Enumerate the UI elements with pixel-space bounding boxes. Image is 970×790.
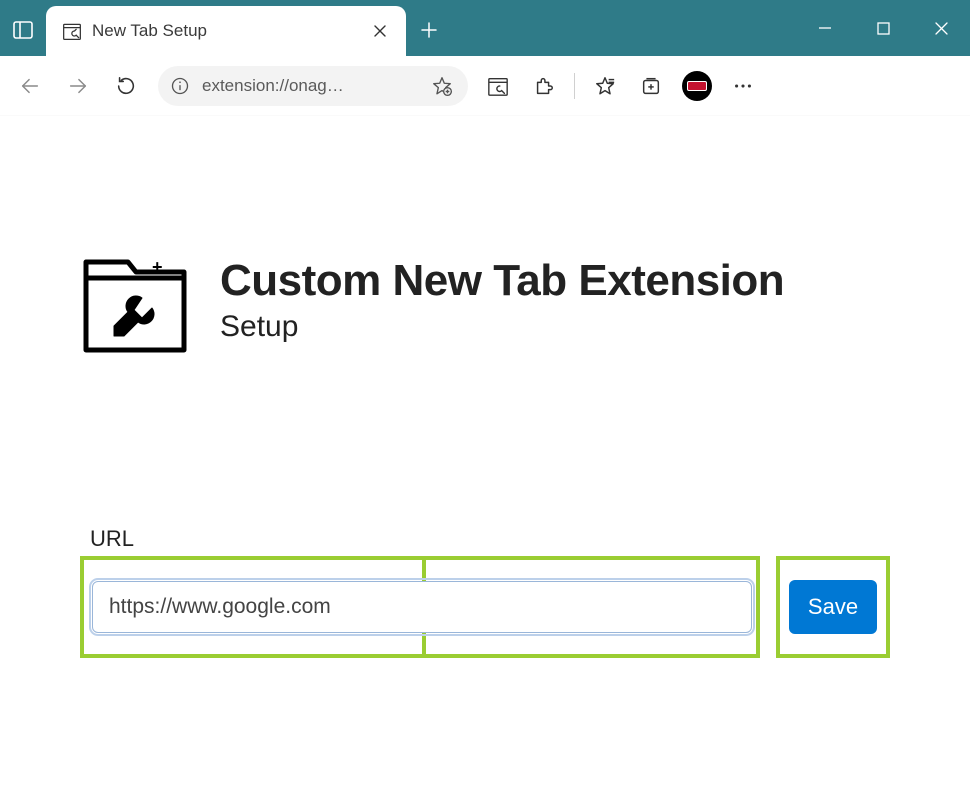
- back-arrow-icon: [19, 75, 41, 97]
- url-form-row: Save: [80, 556, 890, 658]
- url-label: URL: [90, 526, 890, 552]
- extensions-button[interactable]: [522, 64, 566, 108]
- page-subheading: Setup: [220, 310, 784, 344]
- page-content: + Custom New Tab Extension Setup URL Sav…: [0, 116, 970, 658]
- save-button-highlight: Save: [776, 556, 890, 658]
- tabs-panel-button[interactable]: [0, 6, 46, 54]
- tabs-panel-icon: [13, 21, 33, 39]
- url-input-highlight: [80, 556, 760, 658]
- new-tab-button[interactable]: [406, 6, 452, 54]
- reload-button[interactable]: [104, 64, 148, 108]
- tab-title: New Tab Setup: [92, 21, 356, 41]
- collections-icon: [640, 75, 662, 97]
- toolbar-separator: [574, 73, 575, 99]
- save-button[interactable]: Save: [789, 580, 877, 634]
- hero-titles: Custom New Tab Extension Setup: [220, 256, 784, 344]
- extension-wrench-icon: [62, 21, 82, 41]
- browser-tab-active[interactable]: New Tab Setup: [46, 6, 406, 56]
- close-icon: [373, 24, 387, 38]
- window-close-button[interactable]: [912, 8, 970, 48]
- address-bar[interactable]: extension://onag…: [158, 66, 468, 106]
- url-input[interactable]: [92, 581, 752, 633]
- site-info-button[interactable]: [164, 70, 196, 102]
- extension-wrench-icon: [487, 75, 509, 97]
- page-hero: + Custom New Tab Extension Setup: [80, 256, 890, 356]
- profile-avatar: [682, 71, 712, 101]
- window-titlebar: New Tab Setup: [0, 0, 970, 56]
- forward-arrow-icon: [67, 75, 89, 97]
- page-heading: Custom New Tab Extension: [220, 256, 784, 306]
- maximize-icon: [877, 22, 890, 35]
- close-icon: [934, 21, 949, 36]
- more-menu-button[interactable]: [721, 64, 765, 108]
- hero-icon-wrap: +: [80, 256, 190, 356]
- window-minimize-button[interactable]: [796, 8, 854, 48]
- profile-button[interactable]: [675, 64, 719, 108]
- reload-icon: [115, 75, 137, 97]
- nav-back-button[interactable]: [8, 64, 52, 108]
- url-form: URL Save: [80, 526, 890, 658]
- extension-newtab-button[interactable]: [476, 64, 520, 108]
- window-maximize-button[interactable]: [854, 8, 912, 48]
- puzzle-icon: [533, 75, 555, 97]
- window-controls: [796, 0, 970, 56]
- add-favorite-icon: [431, 75, 453, 97]
- browser-toolbar: extension://onag…: [0, 56, 970, 116]
- nav-forward-button[interactable]: [56, 64, 100, 108]
- more-dots-icon: [732, 75, 754, 97]
- favorites-button[interactable]: [583, 64, 627, 108]
- extension-logo-icon: +: [80, 256, 190, 356]
- info-icon: [170, 76, 190, 96]
- svg-text:+: +: [152, 257, 163, 277]
- add-favorite-button[interactable]: [426, 70, 458, 102]
- address-text: extension://onag…: [202, 76, 420, 96]
- plus-icon: [420, 21, 438, 39]
- favorites-star-icon: [594, 75, 616, 97]
- collections-button[interactable]: [629, 64, 673, 108]
- toolbar-right: [476, 64, 765, 108]
- tab-close-button[interactable]: [366, 17, 394, 45]
- minimize-icon: [818, 21, 832, 35]
